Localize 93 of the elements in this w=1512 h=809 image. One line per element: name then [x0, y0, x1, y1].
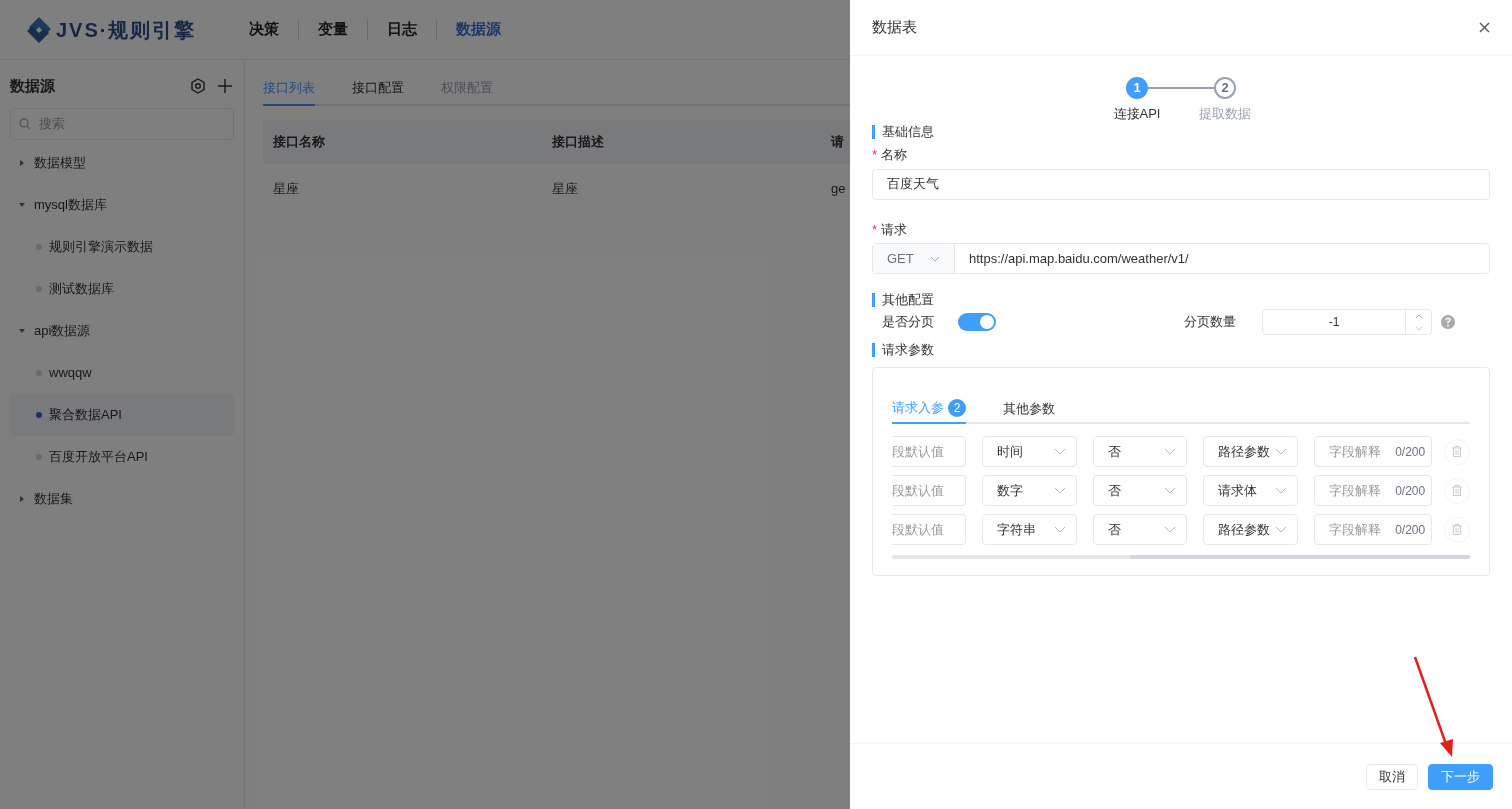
count-badge: 2: [948, 399, 966, 417]
number-input[interactable]: -1: [1262, 309, 1432, 335]
help-icon[interactable]: [1441, 315, 1455, 329]
name-input-text[interactable]: 百度天气: [887, 174, 1475, 194]
chevron-down-icon: [1164, 526, 1177, 533]
method-select[interactable]: GET: [873, 244, 955, 273]
field-label: 请求: [881, 220, 908, 239]
field-label: 是否分页: [882, 313, 935, 332]
nav-tab[interactable]: 数据源: [437, 18, 520, 41]
char-count: 0/200: [1395, 443, 1426, 461]
field-label: 名称: [881, 146, 908, 164]
close-icon[interactable]: [1479, 22, 1490, 33]
name-input[interactable]: 百度天气: [872, 168, 1490, 200]
trash-icon: [1452, 446, 1463, 457]
step-label: 连接API: [1113, 105, 1161, 123]
input-field[interactable]: 字段解释 0/200: [1313, 475, 1433, 506]
required-mark: *: [872, 220, 878, 239]
caret-right-icon[interactable]: [19, 496, 25, 502]
table-cell-text: ge: [831, 180, 847, 199]
tree-item[interactable]: 规则引擎演示数据: [10, 226, 234, 268]
search-icon: [19, 118, 31, 130]
sidebar-title: 数据源: [10, 75, 55, 96]
tree-item[interactable]: api数据源: [34, 321, 91, 341]
settings-icon[interactable]: [190, 78, 206, 94]
select-field[interactable]: 否: [1092, 514, 1188, 545]
chevron-down-icon: [930, 255, 940, 262]
required-mark: *: [872, 146, 878, 164]
column-header: 接口描述: [552, 133, 605, 152]
trash-icon: [1452, 485, 1463, 496]
chevron-down-icon: [1274, 526, 1287, 533]
tree-item[interactable]: 数据模型: [34, 153, 86, 173]
tree-item[interactable]: 百度开放平台API: [10, 436, 234, 478]
tree-item[interactable]: wwqqw: [10, 352, 234, 394]
input-field[interactable]: 字段解释 0/200: [1313, 436, 1433, 467]
scrollbar[interactable]: [892, 555, 1470, 559]
next-button[interactable]: 下一步: [1428, 763, 1493, 790]
input-field[interactable]: 字段解释 0/200: [1313, 514, 1433, 545]
nav-tab[interactable]: 变量: [299, 18, 367, 41]
chevron-down-icon: [1274, 487, 1287, 494]
toggle-switch[interactable]: [958, 313, 996, 331]
add-icon[interactable]: [218, 79, 232, 93]
table-cell-text: 星座: [552, 180, 579, 199]
description-input[interactable]: 字段解释: [1328, 519, 1391, 540]
select-field[interactable]: 时间: [982, 436, 1077, 467]
step-number: 1: [1126, 77, 1148, 99]
trash-icon: [1452, 524, 1463, 535]
step-number: 2: [1214, 77, 1236, 99]
caret-down-icon[interactable]: [19, 328, 25, 334]
drawer-title: 数据表: [872, 17, 917, 38]
section-title: 请求参数: [872, 343, 1490, 357]
tree-item[interactable]: mysql数据库: [34, 195, 107, 215]
char-count: 0/200: [1395, 521, 1426, 539]
caret-down-icon[interactable]: [19, 202, 25, 208]
char-count: 0/200: [1395, 482, 1426, 500]
tab[interactable]: 接口配置: [352, 74, 404, 106]
chevron-down-icon: [1274, 448, 1287, 455]
chevron-down-icon: [1164, 448, 1177, 455]
nav-tab[interactable]: 日志: [368, 18, 436, 41]
chevron-down-icon[interactable]: [1414, 325, 1423, 331]
section-title: 其他配置: [872, 293, 1490, 307]
description-input[interactable]: 字段解释: [1328, 441, 1391, 462]
select-field[interactable]: 路径参数: [1203, 436, 1298, 467]
request-field[interactable]: GET https://api.map.baidu.com/weather/v1/: [872, 243, 1490, 274]
select-field[interactable]: 字符串: [982, 514, 1077, 545]
column-header: 接口名称: [273, 133, 326, 152]
field-label: 分页数量: [1184, 313, 1237, 332]
tree-item[interactable]: 聚合数据API: [10, 394, 234, 436]
chevron-up-icon[interactable]: [1414, 313, 1423, 319]
step-label: 提取数据: [1199, 105, 1251, 123]
cancel-button[interactable]: 取消: [1366, 763, 1418, 790]
select-field[interactable]: 请求体: [1203, 475, 1298, 506]
tab[interactable]: 其他参数: [1003, 394, 1055, 424]
number-input-text[interactable]: -1: [1263, 310, 1405, 334]
select-field[interactable]: 否: [1092, 436, 1188, 467]
chevron-down-icon: [1053, 526, 1066, 533]
select-field[interactable]: 路径参数: [1203, 514, 1298, 545]
chevron-down-icon: [1053, 448, 1066, 455]
caret-right-icon[interactable]: [19, 160, 25, 166]
url-input[interactable]: https://api.map.baidu.com/weather/v1/: [955, 244, 1489, 273]
select-field[interactable]: 否: [1092, 475, 1188, 506]
nav-tab[interactable]: 决策: [230, 18, 298, 41]
chevron-down-icon: [1164, 487, 1177, 494]
tree-item[interactable]: 测试数据库: [10, 268, 234, 310]
logo-text: JVS·规则引擎: [56, 17, 197, 43]
description-input[interactable]: 字段解释: [1328, 480, 1391, 501]
select-field[interactable]: 数字: [982, 475, 1077, 506]
chevron-down-icon: [1053, 487, 1066, 494]
tab[interactable]: 请求入参 2: [892, 394, 966, 424]
column-header: 请: [831, 133, 845, 152]
logo-icon: [26, 15, 52, 44]
tree-item[interactable]: 数据集: [34, 489, 73, 509]
section-title: 基础信息: [872, 125, 1490, 139]
table-cell-text: 星座: [273, 180, 300, 199]
